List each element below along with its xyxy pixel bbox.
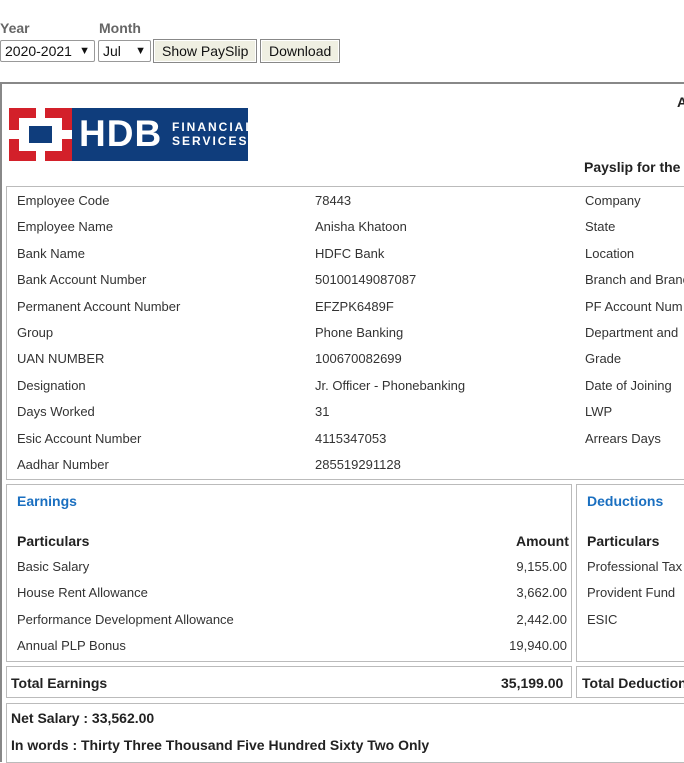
header-right-text: A: [677, 94, 684, 110]
total-earnings-label: Total Earnings: [11, 675, 108, 691]
earnings-particulars-header: Particulars: [17, 533, 90, 549]
year-select[interactable]: 2020-2021 ▼: [0, 40, 95, 62]
employee-field-label: Grade: [585, 351, 622, 367]
employee-field-value: 78443: [315, 193, 352, 208]
employee-field-value: 50100149087087: [315, 272, 417, 288]
employee-field-value: 285519291128: [315, 457, 401, 472]
earnings-item-amount: 3,662.00: [516, 585, 567, 601]
company-logo: HDB FINANCIAL SERVICES: [9, 108, 253, 161]
logo-line-2: SERVICES: [172, 134, 249, 148]
total-earnings-value: 35,199.00: [501, 675, 564, 691]
earnings-item-name: Basic Salary: [17, 559, 90, 574]
employee-field-label: Esic Account Number: [17, 430, 142, 446]
deductions-particulars-header: Particulars: [587, 533, 660, 549]
earnings-item-amount: 9,155.00: [516, 559, 567, 574]
employee-field-value: Anisha Khatoon: [315, 219, 407, 235]
employee-field-label: LWP: [585, 404, 613, 420]
employee-field-value: Jr. Officer - Phonebanking: [315, 377, 466, 393]
employee-field-label: Branch and Branc: [585, 272, 684, 288]
deductions-item-name: Provident Fund: [587, 585, 676, 601]
logo-mark-icon: [9, 108, 72, 161]
earnings-item-amount: 19,940.00: [509, 637, 567, 653]
employee-field-label: Department and: [585, 325, 679, 340]
employee-field-value: HDFC Bank: [315, 245, 385, 261]
employee-field-label: Permanent Account Number: [17, 298, 181, 314]
earnings-item-amount: 2,442.00: [516, 611, 567, 627]
employee-field-label: Employee Code: [17, 193, 110, 208]
employee-field-label: Bank Name: [17, 245, 85, 261]
show-payslip-button[interactable]: Show PaySlip: [153, 39, 258, 63]
employee-field-label: Bank Account Number: [17, 272, 147, 288]
employee-field-label: Date of Joining: [585, 377, 672, 393]
deductions-item-name: Professional Tax: [587, 559, 683, 574]
earnings-item-name: House Rent Allowance: [17, 585, 148, 601]
earnings-title: Earnings: [17, 493, 77, 509]
employee-field-label: UAN NUMBER: [17, 351, 105, 367]
year-label: Year: [0, 20, 30, 36]
month-select[interactable]: Jul ▼: [98, 40, 151, 62]
payslip-title: Payslip for the m: [584, 159, 684, 175]
earnings-amount-header: Amount: [516, 533, 569, 549]
chevron-down-icon: ▼: [135, 45, 146, 57]
employee-field-label: Group: [17, 325, 54, 340]
employee-field-value: 31: [315, 404, 330, 420]
logo-text: HDB: [79, 113, 163, 154]
month-label: Month: [99, 20, 141, 36]
employee-field-value: 4115347053: [315, 430, 387, 446]
download-button[interactable]: Download: [260, 39, 341, 63]
employee-field-label: Aadhar Number: [17, 457, 109, 472]
employee-field-label: Company: [585, 193, 641, 208]
net-salary: Net Salary : 33,562.00: [11, 710, 155, 726]
employee-field-value: EFZPK6489F: [315, 298, 394, 314]
year-select-value: 2020-2021: [5, 43, 72, 59]
employee-field-label: Designation: [17, 377, 86, 393]
employee-field-value: Phone Banking: [315, 325, 404, 340]
employee-field-label: Days Worked: [17, 404, 95, 420]
logo-line-1: FINANCIAL: [172, 120, 255, 134]
earnings-item-name: Annual PLP Bonus: [17, 637, 126, 653]
employee-field-label: Location: [585, 245, 635, 261]
earnings-item-name: Performance Development Allowance: [17, 611, 234, 627]
employee-field-label: Employee Name: [17, 219, 114, 235]
employee-field-label: PF Account Num: [585, 298, 683, 314]
logo-subtext: FINANCIAL SERVICES: [172, 120, 255, 148]
chevron-down-icon: ▼: [79, 45, 90, 57]
employee-field-label: Arrears Days: [585, 430, 661, 446]
employee-field-value: 100670082699: [315, 351, 402, 367]
deductions-title: Deductions: [587, 493, 664, 509]
month-select-value: Jul: [103, 43, 121, 59]
net-salary-words: In words : Thirty Three Thousand Five Hu…: [11, 737, 430, 753]
total-deductions-label: Total Deductions: [582, 675, 684, 691]
employee-field-label: State: [585, 219, 616, 235]
deductions-item-name: ESIC: [587, 611, 618, 627]
